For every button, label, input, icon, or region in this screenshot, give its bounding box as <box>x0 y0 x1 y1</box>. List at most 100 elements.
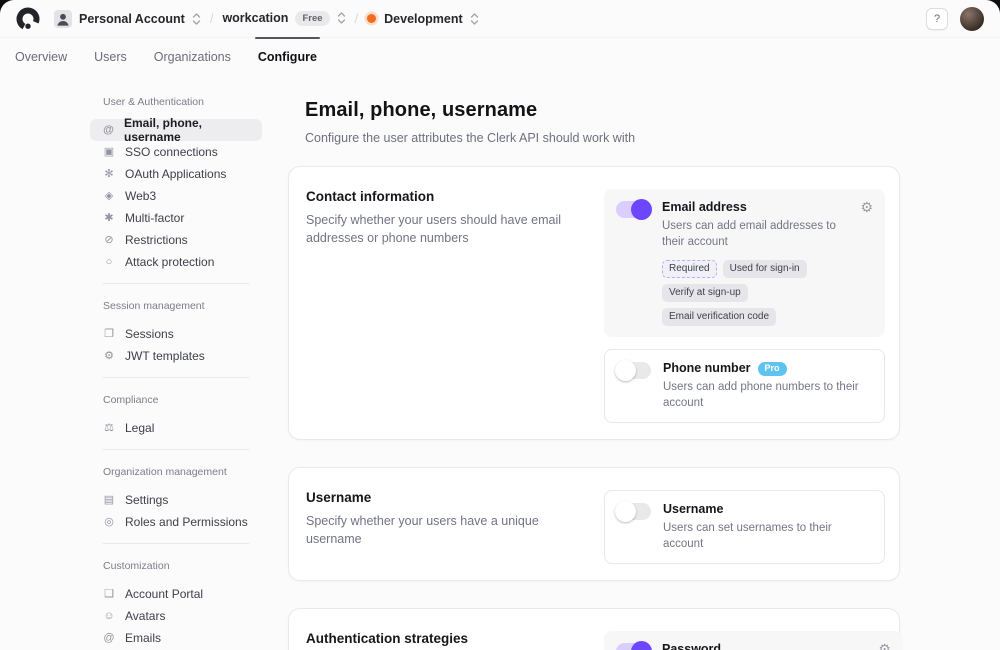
sidebar-item-web3[interactable]: ◈ Web3 <box>90 185 262 207</box>
sidebar-item-emails[interactable]: @Emails <box>90 627 262 649</box>
breadcrumb: Personal Account / workcation Free / Dev… <box>54 10 479 28</box>
sso-icon: ▣ <box>102 147 116 158</box>
card-settings: Email addressUsers can add email address… <box>604 189 885 423</box>
tab-configure[interactable]: Configure <box>258 38 317 77</box>
setting-name: Email address <box>662 200 840 215</box>
sidebar-divider <box>103 377 249 378</box>
sidebar-item-restrictions[interactable]: ⊘Restrictions <box>90 229 262 251</box>
tab-overview[interactable]: Overview <box>15 38 67 77</box>
clerk-logo-icon[interactable] <box>16 7 40 31</box>
oauth-icon: ✻ <box>102 169 116 180</box>
setting-name-label: Phone number <box>663 361 751 376</box>
breadcrumb-separator: / <box>355 11 359 26</box>
sidebar-divider <box>103 543 249 544</box>
sidebar-item-email-phone-username[interactable]: @ Email, phone, username <box>90 119 262 141</box>
user-avatar[interactable] <box>960 7 984 31</box>
card-title: Contact information <box>306 189 569 204</box>
tab-bar: Overview Users Organizations Configure <box>0 37 1000 77</box>
sidebar-item-multi-factor[interactable]: ✱Multi-factor <box>90 207 262 229</box>
sidebar-item-label: Attack protection <box>125 255 214 269</box>
sidebar-item-label: Legal <box>125 421 154 435</box>
badge-verify-at-sign-up: Verify at sign-up <box>662 284 748 302</box>
breadcrumb-label: Personal Account <box>79 12 185 26</box>
setting-name: Phone numberPro <box>663 361 872 376</box>
toggle-phone-number[interactable] <box>617 362 651 379</box>
breadcrumb-application[interactable]: workcation Free <box>222 11 345 26</box>
sidebar-item-label: Multi-factor <box>125 211 184 225</box>
help-button[interactable]: ? <box>926 8 948 30</box>
setting-username: UsernameUsers can set usernames to their… <box>604 490 885 564</box>
setting-name-label: Email address <box>662 200 747 215</box>
card-title: Authentication strategies <box>306 631 569 646</box>
breadcrumb-environment[interactable]: Development <box>367 12 479 26</box>
legal-icon: ⚖ <box>102 423 116 434</box>
gear-icon: ⚙ <box>102 351 116 362</box>
roles-icon: ◎ <box>102 517 116 528</box>
page-header: Email, phone, username Configure the use… <box>288 99 900 145</box>
sidebar-section-label: User & Authentication <box>90 97 262 108</box>
environment-dot-icon <box>367 14 376 23</box>
sidebar-item-jwt-templates[interactable]: ⚙JWT templates <box>90 345 262 367</box>
sidebar-divider <box>103 283 249 284</box>
setting-body: Email addressUsers can add email address… <box>662 200 840 326</box>
setting-description: Users can add phone numbers to their acc… <box>663 380 872 411</box>
tab-users[interactable]: Users <box>94 38 127 77</box>
lock-icon: ⊘ <box>102 235 116 246</box>
portal-icon: ❑ <box>102 589 116 600</box>
tab-organizations[interactable]: Organizations <box>154 38 231 77</box>
setting-name-label: Password <box>662 642 721 650</box>
badge-used-for-sign-in: Used for sign-in <box>723 260 807 278</box>
fingerprint-icon: @ <box>102 125 115 136</box>
sidebar-item-label: Web3 <box>125 189 156 203</box>
card-info: Username Specify whether your users have … <box>306 490 604 564</box>
card-description: Specify whether your users should have e… <box>306 212 569 247</box>
sidebar-item-settings[interactable]: ▤ Settings <box>90 489 262 511</box>
sidebar-item-oauth-applications[interactable]: ✻OAuth Applications <box>90 163 262 185</box>
sidebar-item-attack-protection[interactable]: ○Attack protection <box>90 251 262 273</box>
gear-icon[interactable]: ⚙ <box>860 200 873 214</box>
sidebar-item-label: Avatars <box>125 609 165 623</box>
sidebar-item-avatars[interactable]: ☺ Avatars <box>90 605 262 627</box>
avatars-icon: ☺ <box>102 611 116 622</box>
setting-name-label: Username <box>663 502 723 517</box>
setting-body: Phone numberPro Users can add phone numbe… <box>663 361 872 411</box>
badge-required: Required <box>662 260 717 278</box>
sidebar-item-sessions[interactable]: ❐ Sessions <box>90 323 262 345</box>
toggle-username[interactable] <box>617 503 651 520</box>
top-bar: Personal Account / workcation Free / Dev… <box>0 0 1000 37</box>
sidebar-section-label: Organization management <box>90 467 262 478</box>
badge-email-verification-code: Email verification code <box>662 308 776 326</box>
gear-icon[interactable]: ⚙ <box>878 642 891 650</box>
sidebar-item-roles-and-permissions[interactable]: ◎ Roles and Permissions <box>90 511 262 533</box>
sidebar-item-label: Roles and Permissions <box>125 515 248 529</box>
settings-icon: ▤ <box>102 495 116 506</box>
sidebar-item-label: Settings <box>125 493 168 507</box>
card-title: Username <box>306 490 569 505</box>
sessions-icon: ❐ <box>102 329 116 340</box>
sidebar: User & Authentication @ Email, phone, user… <box>90 97 262 649</box>
plan-badge: Free <box>295 11 329 26</box>
card-description: Specify whether your users have a unique… <box>306 513 569 548</box>
app-window: Personal Account / workcation Free / Dev… <box>0 0 1000 650</box>
card-username: Username Specify whether your users have … <box>288 467 900 581</box>
toggle-password[interactable] <box>616 643 650 650</box>
breadcrumb-separator: / <box>210 11 214 26</box>
sidebar-item-legal[interactable]: ⚖ Legal <box>90 417 262 439</box>
toggle-knob <box>615 360 636 381</box>
card-settings: PasswordUsers can sign in with a passwor… <box>604 631 903 650</box>
card-contact-information: Contact information Specify whether your … <box>288 166 900 440</box>
chevron-updown-icon <box>470 12 479 26</box>
sidebar-item-label: Email, phone, username <box>124 116 252 144</box>
sidebar-item-label: Sessions <box>125 327 174 341</box>
web3-icon: ◈ <box>102 191 116 202</box>
toggle-email-address[interactable] <box>616 201 650 218</box>
toggle-knob <box>615 501 636 522</box>
setting-email-address: Email addressUsers can add email address… <box>604 189 885 337</box>
setting-badges: Required Used for sign-in Verify at sign-u… <box>662 260 840 326</box>
setting-name: Password <box>662 642 858 650</box>
chevron-updown-icon <box>192 12 201 26</box>
breadcrumb-personal-account[interactable]: Personal Account <box>54 10 201 28</box>
sidebar-item-account-portal[interactable]: ❑Account Portal <box>90 583 262 605</box>
sidebar-item-sso-connections[interactable]: ▣SSO connections <box>90 141 262 163</box>
topbar-actions: ? <box>926 7 984 31</box>
